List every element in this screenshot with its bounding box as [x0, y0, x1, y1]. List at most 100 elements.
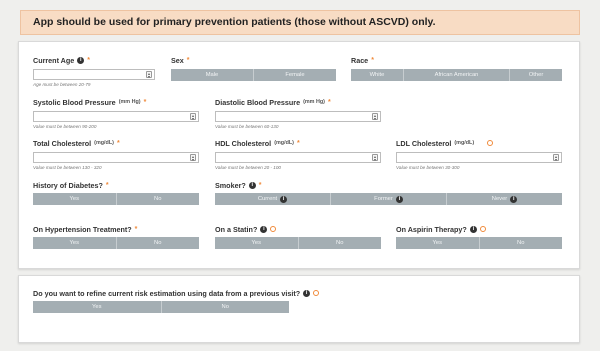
- hdl-cholesterol-input[interactable]: ▴ ▾: [215, 152, 381, 163]
- spinner-icon[interactable]: ▴ ▾: [146, 71, 152, 79]
- primary-prevention-banner: App should be used for primary preventio…: [20, 10, 580, 35]
- diabetes-field: History of Diabetes? * Yes No: [33, 180, 199, 205]
- sex-male-button[interactable]: Male: [171, 69, 254, 81]
- diastolic-bp-input[interactable]: ▴ ▾: [215, 111, 381, 122]
- diabetes-label: History of Diabetes?: [33, 180, 103, 190]
- aspirin-field: On Aspirin Therapy? i Yes No: [396, 224, 562, 249]
- info-icon[interactable]: i: [477, 139, 485, 147]
- optional-icon: [313, 290, 320, 296]
- info-icon[interactable]: i: [510, 195, 518, 203]
- optional-icon: [270, 226, 277, 232]
- refine-yes-button[interactable]: Yes: [33, 301, 162, 313]
- required-icon: *: [186, 56, 190, 64]
- info-icon[interactable]: i: [303, 289, 311, 297]
- current-age-field: Current Age i * ▴ ▾ Age must be between 2…: [33, 55, 155, 87]
- systolic-bp-label: Systolic Blood Pressure: [33, 97, 116, 107]
- race-toggle: White African American Other: [351, 69, 562, 81]
- hypertension-yes-button[interactable]: Yes: [33, 237, 117, 249]
- refine-estimation-panel: Do you want to refine current risk estim…: [18, 275, 580, 343]
- info-icon[interactable]: i: [260, 225, 268, 233]
- sex-toggle: Male Female: [171, 69, 336, 81]
- info-icon[interactable]: i: [248, 181, 256, 189]
- refine-no-button[interactable]: No: [162, 301, 290, 313]
- hdl-cholesterol-unit: (mg/dL): [274, 140, 294, 146]
- ldl-cholesterol-label: LDL Cholesterol: [396, 138, 452, 148]
- refine-question: Do you want to refine current risk estim…: [33, 288, 301, 298]
- spinner-icon[interactable]: ▴ ▾: [190, 154, 196, 162]
- hypertension-treatment-field: On Hypertension Treatment? * Yes No: [33, 224, 199, 249]
- required-icon: *: [258, 181, 262, 189]
- required-icon: *: [134, 225, 138, 233]
- race-african-american-button[interactable]: African American: [404, 69, 510, 81]
- optional-icon: [487, 140, 494, 146]
- diabetes-yes-button[interactable]: Yes: [33, 193, 117, 205]
- spinner-icon[interactable]: ▴ ▾: [372, 154, 378, 162]
- systolic-bp-hint: Value must be between 90-200: [33, 124, 97, 129]
- spinner-icon[interactable]: ▴ ▾: [372, 113, 378, 121]
- diabetes-no-button[interactable]: No: [117, 193, 200, 205]
- hdl-cholesterol-label: HDL Cholesterol: [215, 138, 272, 148]
- ldl-cholesterol-hint: Value must be between 30-300: [396, 165, 460, 170]
- sex-field: Sex * Male Female: [171, 55, 336, 81]
- diastolic-bp-unit: (mm Hg): [303, 99, 325, 105]
- aspirin-toggle: Yes No: [396, 237, 562, 249]
- hypertension-no-button[interactable]: No: [117, 237, 200, 249]
- spinner-icon[interactable]: ▴ ▾: [553, 154, 559, 162]
- aspirin-label: On Aspirin Therapy?: [396, 224, 467, 234]
- smoker-current-label: Current: [257, 196, 278, 202]
- smoker-current-button[interactable]: Current i: [215, 193, 331, 205]
- current-age-hint: Age must be between 20-79: [33, 82, 91, 87]
- sex-female-button[interactable]: Female: [254, 69, 336, 81]
- required-icon: *: [143, 98, 147, 106]
- smoker-former-label: Former: [374, 196, 393, 202]
- current-age-input[interactable]: ▴ ▾: [33, 69, 155, 80]
- required-icon: *: [296, 139, 300, 147]
- statin-no-button[interactable]: No: [299, 237, 382, 249]
- diastolic-bp-field: Diastolic Blood Pressure (mm Hg) * ▴ ▾ Va…: [215, 97, 381, 129]
- required-icon: *: [105, 181, 109, 189]
- total-cholesterol-unit: (mg/dL): [94, 140, 114, 146]
- statin-label: On a Statin?: [215, 224, 258, 234]
- race-label: Race: [351, 55, 369, 65]
- systolic-bp-field: Systolic Blood Pressure (mm Hg) * ▴ ▾ Val…: [33, 97, 199, 129]
- info-icon[interactable]: i: [395, 195, 403, 203]
- ldl-cholesterol-unit: (mg/dL): [454, 140, 475, 146]
- hdl-cholesterol-field: HDL Cholesterol (mg/dL) * ▴ ▾ Value must …: [215, 138, 381, 170]
- spinner-icon[interactable]: ▴ ▾: [190, 113, 196, 121]
- total-cholesterol-hint: Value must be between 130 - 320: [33, 165, 102, 170]
- hdl-cholesterol-hint: Value must be between 20 - 100: [215, 165, 281, 170]
- hypertension-treatment-label: On Hypertension Treatment?: [33, 224, 132, 234]
- info-icon[interactable]: i: [280, 195, 288, 203]
- race-other-button[interactable]: Other: [510, 69, 562, 81]
- smoker-never-button[interactable]: Never i: [447, 193, 562, 205]
- race-white-button[interactable]: White: [351, 69, 404, 81]
- aspirin-no-button[interactable]: No: [480, 237, 563, 249]
- diastolic-bp-label: Diastolic Blood Pressure: [215, 97, 301, 107]
- systolic-bp-unit: (mm Hg): [118, 99, 141, 105]
- refine-toggle: Yes No: [33, 301, 289, 313]
- optional-icon: [479, 226, 486, 232]
- required-icon: *: [327, 98, 331, 106]
- banner-text: App should be used for primary preventio…: [33, 16, 436, 28]
- statin-yes-button[interactable]: Yes: [215, 237, 299, 249]
- smoker-toggle: Current i Former i Never i: [215, 193, 562, 205]
- info-icon[interactable]: i: [77, 56, 85, 64]
- total-cholesterol-input[interactable]: ▴ ▾: [33, 152, 199, 163]
- refine-field: Do you want to refine current risk estim…: [33, 288, 333, 313]
- smoker-never-label: Never: [491, 196, 508, 202]
- required-icon: *: [87, 56, 90, 64]
- smoker-label: Smoker?: [215, 180, 246, 190]
- hypertension-treatment-toggle: Yes No: [33, 237, 199, 249]
- systolic-bp-input[interactable]: ▴ ▾: [33, 111, 199, 122]
- required-icon: *: [371, 56, 374, 64]
- aspirin-yes-button[interactable]: Yes: [396, 237, 480, 249]
- statin-toggle: Yes No: [215, 237, 381, 249]
- ldl-cholesterol-input[interactable]: ▴ ▾: [396, 152, 562, 163]
- statin-field: On a Statin? i Yes No: [215, 224, 381, 249]
- diabetes-toggle: Yes No: [33, 193, 199, 205]
- smoker-former-button[interactable]: Former i: [331, 193, 447, 205]
- total-cholesterol-field: Total Cholesterol (mg/dL) * ▴ ▾ Value mus…: [33, 138, 199, 170]
- race-field: Race * White African American Other: [351, 55, 562, 81]
- info-icon[interactable]: i: [469, 225, 477, 233]
- current-age-label: Current Age: [33, 55, 75, 65]
